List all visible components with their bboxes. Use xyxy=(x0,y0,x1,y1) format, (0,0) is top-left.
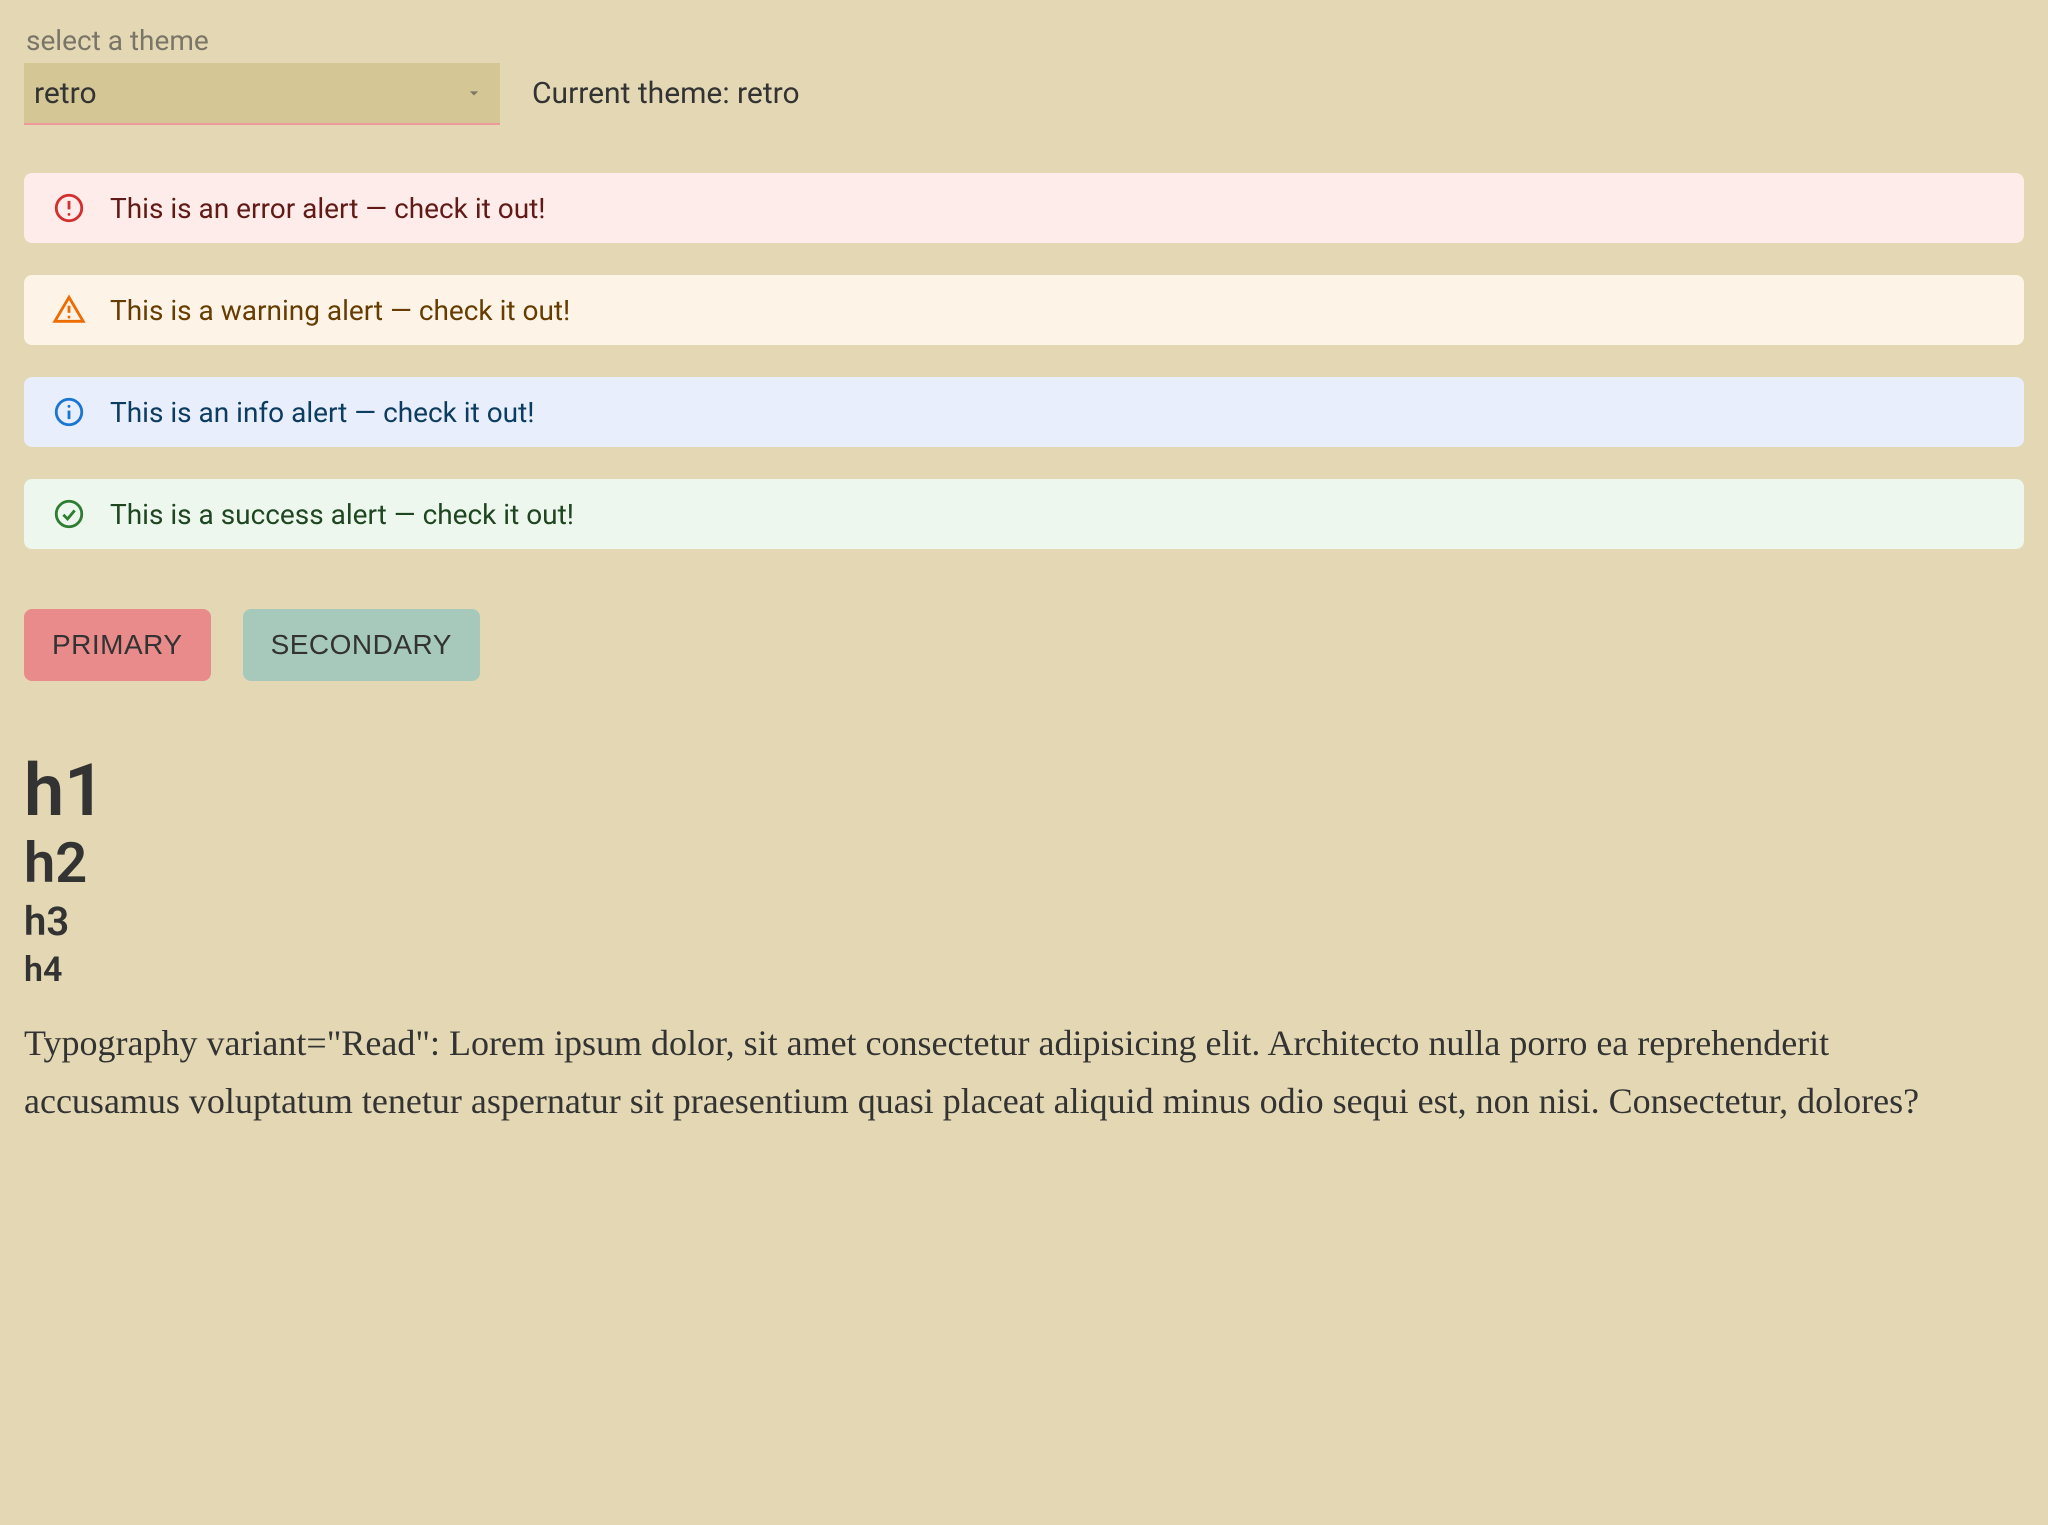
alert-warning-text: This is a warning alert — check it out! xyxy=(110,294,570,327)
typography-demo: h1 h2 h3 h4 Typography variant="Read": L… xyxy=(24,753,2024,1130)
warning-icon xyxy=(52,293,86,327)
alert-info-text: This is an info alert — check it out! xyxy=(110,396,534,429)
alert-success-text: This is a success alert — check it out! xyxy=(110,498,574,531)
secondary-button[interactable]: SECONDARY xyxy=(243,609,480,681)
current-theme-label: Current theme: retro xyxy=(532,76,800,125)
theme-controls: select a theme retro Current theme: retr… xyxy=(24,24,2024,125)
theme-select-value: retro xyxy=(34,76,97,111)
chevron-down-icon xyxy=(464,83,484,103)
heading-h3: h3 xyxy=(24,898,2024,946)
alert-stack: This is an error alert — check it out! T… xyxy=(24,173,2024,549)
button-row: PRIMARY SECONDARY xyxy=(24,609,2024,681)
heading-h2: h2 xyxy=(24,833,2024,895)
heading-h1: h1 xyxy=(24,753,2024,829)
theme-select-control[interactable]: retro xyxy=(24,63,500,125)
theme-select: select a theme retro xyxy=(24,24,500,125)
info-icon xyxy=(52,395,86,429)
primary-button[interactable]: PRIMARY xyxy=(24,609,211,681)
alert-error-text: This is an error alert — check it out! xyxy=(110,192,546,225)
theme-select-label: select a theme xyxy=(24,24,500,57)
body-read: Typography variant="Read": Lorem ipsum d… xyxy=(24,1015,1984,1130)
alert-warning: This is a warning alert — check it out! xyxy=(24,275,2024,345)
heading-h4: h4 xyxy=(24,950,2024,991)
alert-success: This is a success alert — check it out! xyxy=(24,479,2024,549)
alert-error: This is an error alert — check it out! xyxy=(24,173,2024,243)
alert-info: This is an info alert — check it out! xyxy=(24,377,2024,447)
error-icon xyxy=(52,191,86,225)
success-icon xyxy=(52,497,86,531)
